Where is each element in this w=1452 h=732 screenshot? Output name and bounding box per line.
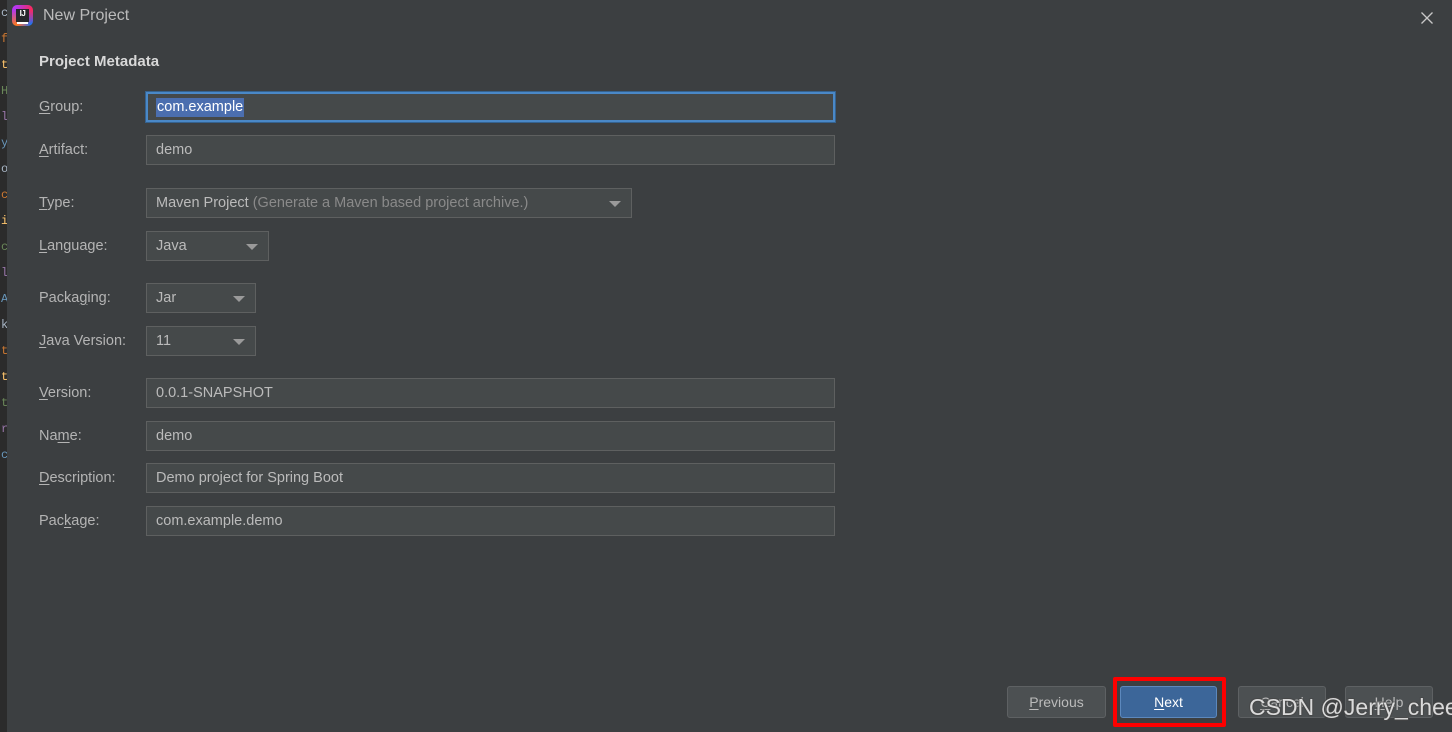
group-input-value: com.example [156, 98, 244, 117]
previous-button[interactable]: Previous [1007, 686, 1106, 718]
background-code-fragment: t [0, 390, 7, 416]
group-label: Group: [39, 92, 83, 122]
type-label: Type: [39, 188, 74, 218]
new-project-dialog-window: cftHlyociclAktttrc IJ New Project Projec… [0, 0, 1452, 732]
artifact-input[interactable]: demo [146, 135, 835, 165]
language-dropdown[interactable]: Java [146, 231, 269, 261]
description-input-value: Demo project for Spring Boot [156, 470, 343, 486]
background-code-fragment: t [0, 338, 7, 364]
type-dropdown-hint: (Generate a Maven based project archive.… [253, 195, 529, 211]
description-label: Description: [39, 463, 116, 493]
page-title: Project Metadata [39, 53, 159, 70]
background-code-fragment: o [0, 156, 7, 182]
background-code-fragment: f [0, 26, 7, 52]
artifact-input-value: demo [156, 142, 192, 158]
version-input[interactable]: 0.0.1-SNAPSHOT [146, 378, 835, 408]
name-label: Name: [39, 421, 82, 451]
next-button[interactable]: Next [1120, 686, 1217, 718]
language-dropdown-value: Java [156, 238, 187, 254]
name-input-value: demo [156, 428, 192, 444]
background-code-fragment: l [0, 104, 7, 130]
background-code-fragment: c [0, 182, 7, 208]
background-code-fragment: A [0, 286, 7, 312]
background-code-fragment: c [0, 442, 7, 468]
background-editor-sliver: cftHlyociclAktttrc [0, 0, 7, 732]
background-code-fragment: r [0, 416, 7, 442]
dialog-title: New Project [43, 5, 129, 27]
package-input-value: com.example.demo [156, 513, 283, 529]
name-input[interactable]: demo [146, 421, 835, 451]
package-input[interactable]: com.example.demo [146, 506, 835, 536]
version-input-value: 0.0.1-SNAPSHOT [156, 385, 273, 401]
logo-underline-bar [17, 22, 28, 24]
java-version-label: Java Version: [39, 326, 126, 356]
chevron-down-icon [233, 339, 245, 345]
description-input[interactable]: Demo project for Spring Boot [146, 463, 835, 493]
logo-ij-text: IJ [16, 9, 29, 22]
packaging-label: Packaging: [39, 283, 111, 313]
dialog-title-bar: IJ New Project [7, 0, 1452, 32]
version-label: Version: [39, 378, 91, 408]
cancel-button[interactable]: Cancel [1238, 686, 1326, 718]
language-label: Language: [39, 231, 108, 261]
chevron-down-icon [609, 201, 621, 207]
artifact-label: Artifact: [39, 135, 88, 165]
chevron-down-icon [246, 244, 258, 250]
background-code-fragment: c [0, 234, 7, 260]
packaging-dropdown-value: Jar [156, 290, 176, 306]
background-code-fragment: t [0, 364, 7, 390]
package-label: Package: [39, 506, 99, 536]
background-code-fragment: t [0, 52, 7, 78]
background-code-fragment: i [0, 208, 7, 234]
group-input[interactable]: com.example [146, 92, 835, 122]
help-button[interactable]: Help [1345, 686, 1433, 718]
packaging-dropdown[interactable]: Jar [146, 283, 256, 313]
background-code-fragment: H [0, 78, 7, 104]
chevron-down-icon [233, 296, 245, 302]
close-icon[interactable] [1406, 2, 1448, 30]
java-version-dropdown[interactable]: 11 [146, 326, 256, 356]
background-code-fragment: c [0, 0, 7, 26]
background-code-fragment: y [0, 130, 7, 156]
type-dropdown[interactable]: Maven Project (Generate a Maven based pr… [146, 188, 632, 218]
new-project-dialog: IJ New Project Project Metadata Group: c… [7, 0, 1452, 732]
background-code-fragment: l [0, 260, 7, 286]
background-code-fragment: k [0, 312, 7, 338]
type-dropdown-value: Maven Project [156, 195, 249, 211]
java-version-dropdown-value: 11 [156, 333, 171, 349]
intellij-idea-logo-icon: IJ [12, 5, 33, 26]
